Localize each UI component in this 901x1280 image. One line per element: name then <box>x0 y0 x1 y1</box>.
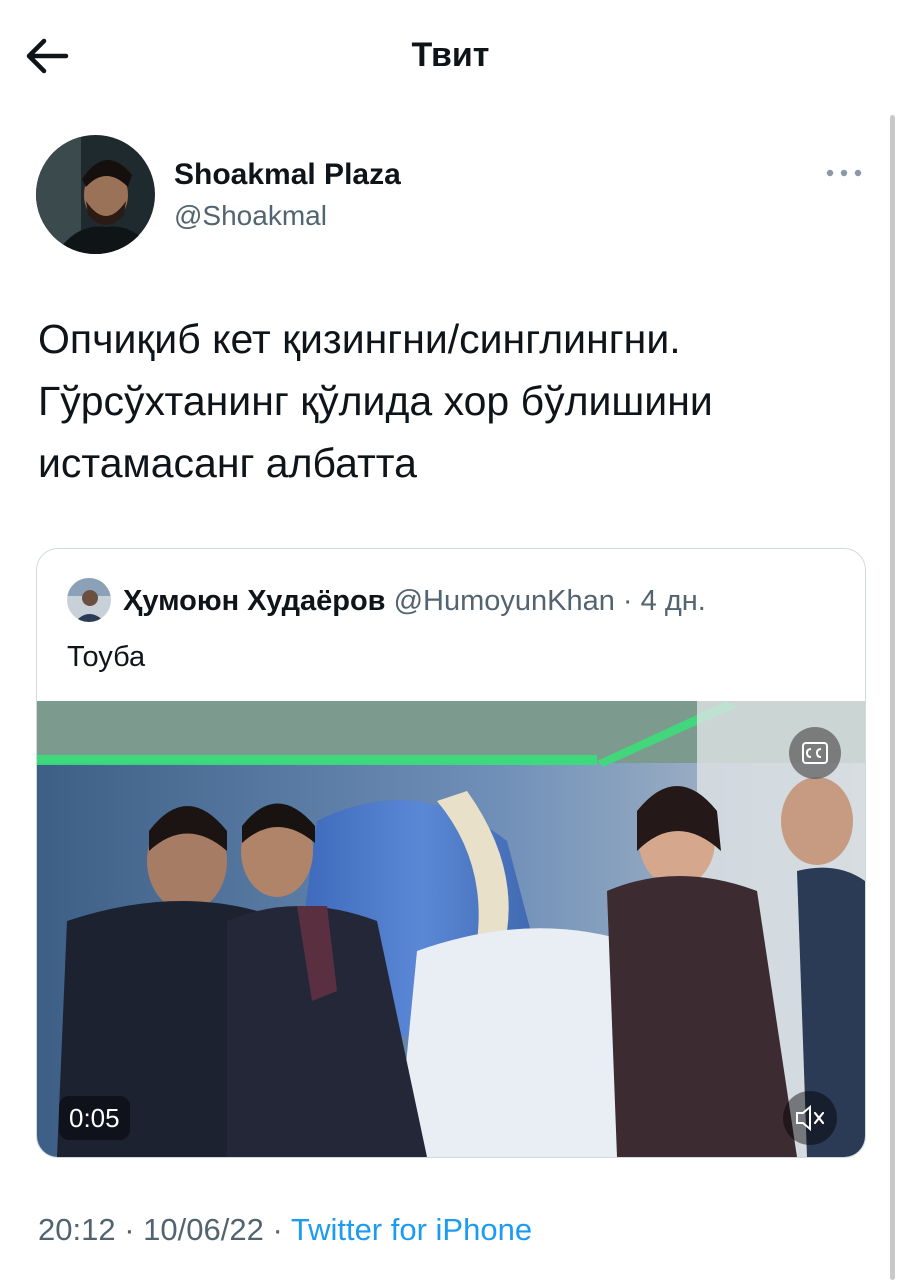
muted-speaker-icon <box>796 1104 825 1132</box>
video-frame <box>37 701 865 1157</box>
more-button[interactable] <box>822 158 866 188</box>
quoted-tweet-card[interactable]: Ҳумоюн Худаёров @HumoyunKhan · 4 дн. Тоу… <box>36 548 866 1158</box>
mute-button[interactable] <box>783 1091 837 1145</box>
quoted-tweet-header: Ҳумоюн Худаёров @HumoyunKhan · 4 дн. <box>123 585 706 618</box>
captions-button[interactable] <box>789 727 841 779</box>
tweet-time: 20:12 <box>38 1212 116 1247</box>
separator-dot: · <box>272 1212 283 1247</box>
tweet-date: 10/06/22 <box>143 1212 264 1247</box>
closed-captions-icon <box>802 742 828 764</box>
author-avatar[interactable] <box>36 135 155 254</box>
quoted-author-avatar[interactable] <box>67 578 111 622</box>
page-title: Твит <box>411 36 490 74</box>
tweet-text: Опчиқиб кет қизингни/синглингни. Гўрсўхт… <box>38 316 713 486</box>
quoted-tweet-age: 4 дн. <box>640 585 706 617</box>
author-name[interactable]: Shoakmal Plaza <box>174 158 401 192</box>
quoted-tweet-text: Тоуба <box>67 641 146 673</box>
top-bar: Твит <box>0 0 901 112</box>
more-horizontal-icon <box>826 169 862 177</box>
separator-dot: · <box>622 585 633 617</box>
quoted-author-name[interactable]: Ҳумоюн Худаёров <box>123 585 386 617</box>
quoted-author-handle[interactable]: @HumoyunKhan <box>394 585 615 617</box>
video-player[interactable]: 0:05 <box>37 701 865 1157</box>
video-timestamp: 0:05 <box>59 1096 130 1140</box>
tweet-meta: 20:12 · 10/06/22 · Twitter for iPhone <box>38 1212 532 1248</box>
scrollbar[interactable] <box>890 115 895 1280</box>
author-handle[interactable]: @Shoakmal <box>174 200 327 232</box>
tweet-source-link[interactable]: Twitter for iPhone <box>291 1212 532 1247</box>
separator-dot: · <box>124 1212 135 1247</box>
